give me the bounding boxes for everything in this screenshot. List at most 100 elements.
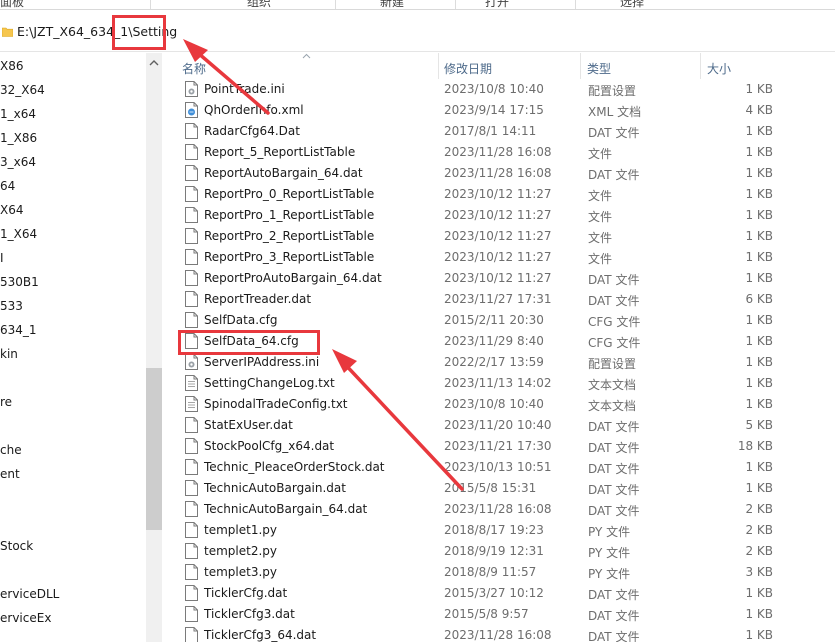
file-row[interactable]: StatExUser.dat 2023/11/20 10:40 DAT 文件 5 KB <box>162 415 835 436</box>
file-modified-date: 2023/11/13 14:02 <box>444 376 552 390</box>
nav-item[interactable]: erviceDLL <box>0 587 59 601</box>
nav-scrollbar[interactable] <box>146 53 162 642</box>
ribbon-label-organize[interactable]: 组织 <box>247 0 271 9</box>
file-type: DAT 文件 <box>588 168 640 182</box>
file-icon <box>185 459 198 475</box>
file-type: CFG 文件 <box>588 315 641 329</box>
column-header-date[interactable]: 修改日期 <box>444 60 492 77</box>
file-modified-date: 2023/10/12 11:27 <box>444 208 552 222</box>
ribbon-label-select[interactable]: 选择 <box>620 0 644 9</box>
file-size: 1 KB <box>745 187 773 201</box>
nav-item[interactable]: 533 <box>0 299 23 313</box>
nav-item[interactable]: I <box>0 251 4 265</box>
ribbon-label-new[interactable]: 新建 <box>380 0 404 9</box>
nav-item[interactable]: ent <box>0 467 20 481</box>
file-row[interactable]: RadarCfg64.Dat 2017/8/1 14:11 DAT 文件 1 KB <box>162 121 835 142</box>
nav-item[interactable]: 3_x64 <box>0 155 36 169</box>
file-row[interactable]: SelfData.cfg 2015/2/11 20:30 CFG 文件 1 KB <box>162 310 835 331</box>
file-row[interactable]: ServerIPAddress.ini 2022/2/17 13:59 配置设置 1 … <box>162 352 835 373</box>
file-row[interactable]: ReportPro_3_ReportListTable 2023/10/12 11… <box>162 247 835 268</box>
column-header-name[interactable]: 名称 <box>182 60 206 77</box>
nav-item[interactable]: X64 <box>0 203 24 217</box>
annotation-box-path <box>112 15 166 50</box>
file-name: Report_5_ReportListTable <box>204 145 356 159</box>
file-row[interactable]: Technic_PleaceOrderStock.dat 2023/10/13 1… <box>162 457 835 478</box>
file-row[interactable]: TechnicAutoBargain.dat 2015/5/8 15:31 DAT … <box>162 478 835 499</box>
ribbon-label-open[interactable]: 打开 <box>485 0 509 9</box>
file-name: ReportTreader.dat <box>204 292 312 306</box>
nav-item[interactable]: X86 <box>0 59 24 73</box>
file-icon <box>185 564 198 580</box>
file-modified-date: 2022/2/17 13:59 <box>444 355 544 369</box>
file-modified-date: 2018/9/19 12:31 <box>444 544 544 558</box>
nav-item[interactable]: che <box>0 443 22 457</box>
column-separator[interactable] <box>580 53 581 79</box>
settings-file-icon <box>185 354 198 370</box>
nav-item[interactable]: kin <box>0 347 18 361</box>
nav-item[interactable]: erviceEx <box>0 611 51 625</box>
file-row[interactable]: TicklerCfg.dat 2015/3/27 10:12 DAT 文件 1 KB <box>162 583 835 604</box>
nav-item[interactable]: re <box>0 395 12 409</box>
file-name: SpinodalTradeConfig.txt <box>204 397 348 411</box>
ribbon-divider <box>335 0 336 9</box>
ribbon-label-panel[interactable]: 面板 <box>0 0 24 9</box>
nav-item[interactable]: 1_X86 <box>0 131 37 145</box>
file-size: 1 KB <box>745 271 773 285</box>
file-row[interactable]: TechnicAutoBargain_64.dat 2023/11/28 16:0… <box>162 499 835 520</box>
nav-item[interactable]: 530B1 <box>0 275 39 289</box>
nav-item[interactable]: 32_X64 <box>0 83 45 97</box>
file-icon <box>185 207 198 223</box>
navigation-pane[interactable]: X86 32_X64 1_x64 1_X86 3_x64 64 X64 1_X64 I 530B1… <box>0 53 162 642</box>
file-row[interactable]: QhOrderInfo.xml 2023/9/14 17:15 XML 文档 4 KB <box>162 100 835 121</box>
file-row[interactable]: PointTrade.ini 2023/10/8 10:40 配置设置 1 KB <box>162 79 835 100</box>
file-row[interactable]: ReportPro_0_ReportListTable 2023/10/12 11… <box>162 184 835 205</box>
file-name: ReportPro_3_ReportListTable <box>204 250 375 264</box>
file-modified-date: 2023/10/12 11:27 <box>444 250 552 264</box>
file-size: 5 KB <box>745 418 773 432</box>
file-row[interactable]: templet3.py 2018/8/9 11:57 PY 文件 3 KB <box>162 562 835 583</box>
nav-item[interactable]: Stock <box>0 539 33 553</box>
file-name: TicklerCfg.dat <box>204 586 288 600</box>
folder-icon <box>2 27 13 37</box>
file-row[interactable]: ReportAutoBargain_64.dat 2023/11/28 16:08… <box>162 163 835 184</box>
file-size: 1 KB <box>745 586 773 600</box>
file-row[interactable]: ReportProAutoBargain_64.dat 2023/10/12 11… <box>162 268 835 289</box>
file-modified-date: 2017/8/1 14:11 <box>444 124 537 138</box>
nav-item[interactable]: 1_x64 <box>0 107 36 121</box>
file-modified-date: 2015/5/8 9:57 <box>444 607 529 621</box>
file-row[interactable]: Report_5_ReportListTable 2023/11/28 16:08… <box>162 142 835 163</box>
file-row[interactable]: TicklerCfg3_64.dat 2023/11/28 16:08 DAT 文件… <box>162 625 835 642</box>
file-type: DAT 文件 <box>588 609 640 623</box>
file-row[interactable]: TicklerCfg3.dat 2015/5/8 9:57 DAT 文件 1 KB <box>162 604 835 625</box>
file-name: RadarCfg64.Dat <box>204 124 300 138</box>
column-separator[interactable] <box>700 53 701 79</box>
file-type: 文本文档 <box>588 399 637 413</box>
file-modified-date: 2023/11/20 10:40 <box>444 418 552 432</box>
file-size: 1 KB <box>745 355 773 369</box>
ribbon-divider <box>150 0 151 9</box>
nav-scrollbar-thumb[interactable] <box>146 368 162 530</box>
sort-ascending-icon <box>302 53 311 59</box>
file-row[interactable]: ReportPro_2_ReportListTable 2023/10/12 11… <box>162 226 835 247</box>
file-row[interactable]: templet2.py 2018/9/19 12:31 PY 文件 2 KB <box>162 541 835 562</box>
column-header-size[interactable]: 大小 <box>707 60 731 77</box>
scroll-up-icon[interactable] <box>149 59 159 67</box>
nav-item[interactable]: 1_X64 <box>0 227 37 241</box>
file-row[interactable]: ReportTreader.dat 2023/11/27 17:31 DAT 文件 6… <box>162 289 835 310</box>
file-modified-date: 2023/11/28 16:08 <box>444 628 552 642</box>
file-row[interactable]: ReportPro_1_ReportListTable 2023/10/12 11… <box>162 205 835 226</box>
file-size: 1 KB <box>745 124 773 138</box>
file-row[interactable]: SpinodalTradeConfig.txt 2023/10/8 10:40 文本… <box>162 394 835 415</box>
nav-item[interactable]: 64 <box>0 179 15 193</box>
column-separator[interactable] <box>438 53 439 79</box>
file-size: 1 KB <box>745 82 773 96</box>
file-row[interactable]: StockPoolCfg_x64.dat 2023/11/21 17:30 DAT … <box>162 436 835 457</box>
column-header-type[interactable]: 类型 <box>587 60 611 77</box>
file-modified-date: 2023/10/12 11:27 <box>444 187 552 201</box>
file-row[interactable]: templet1.py 2018/8/17 19:23 PY 文件 2 KB <box>162 520 835 541</box>
file-size: 18 KB <box>737 439 773 453</box>
nav-item[interactable]: 634_1 <box>0 323 37 337</box>
file-row[interactable]: SettingChangeLog.txt 2023/11/13 14:02 文本文档… <box>162 373 835 394</box>
file-type: 文件 <box>588 189 613 203</box>
file-name: ServerIPAddress.ini <box>204 355 320 369</box>
